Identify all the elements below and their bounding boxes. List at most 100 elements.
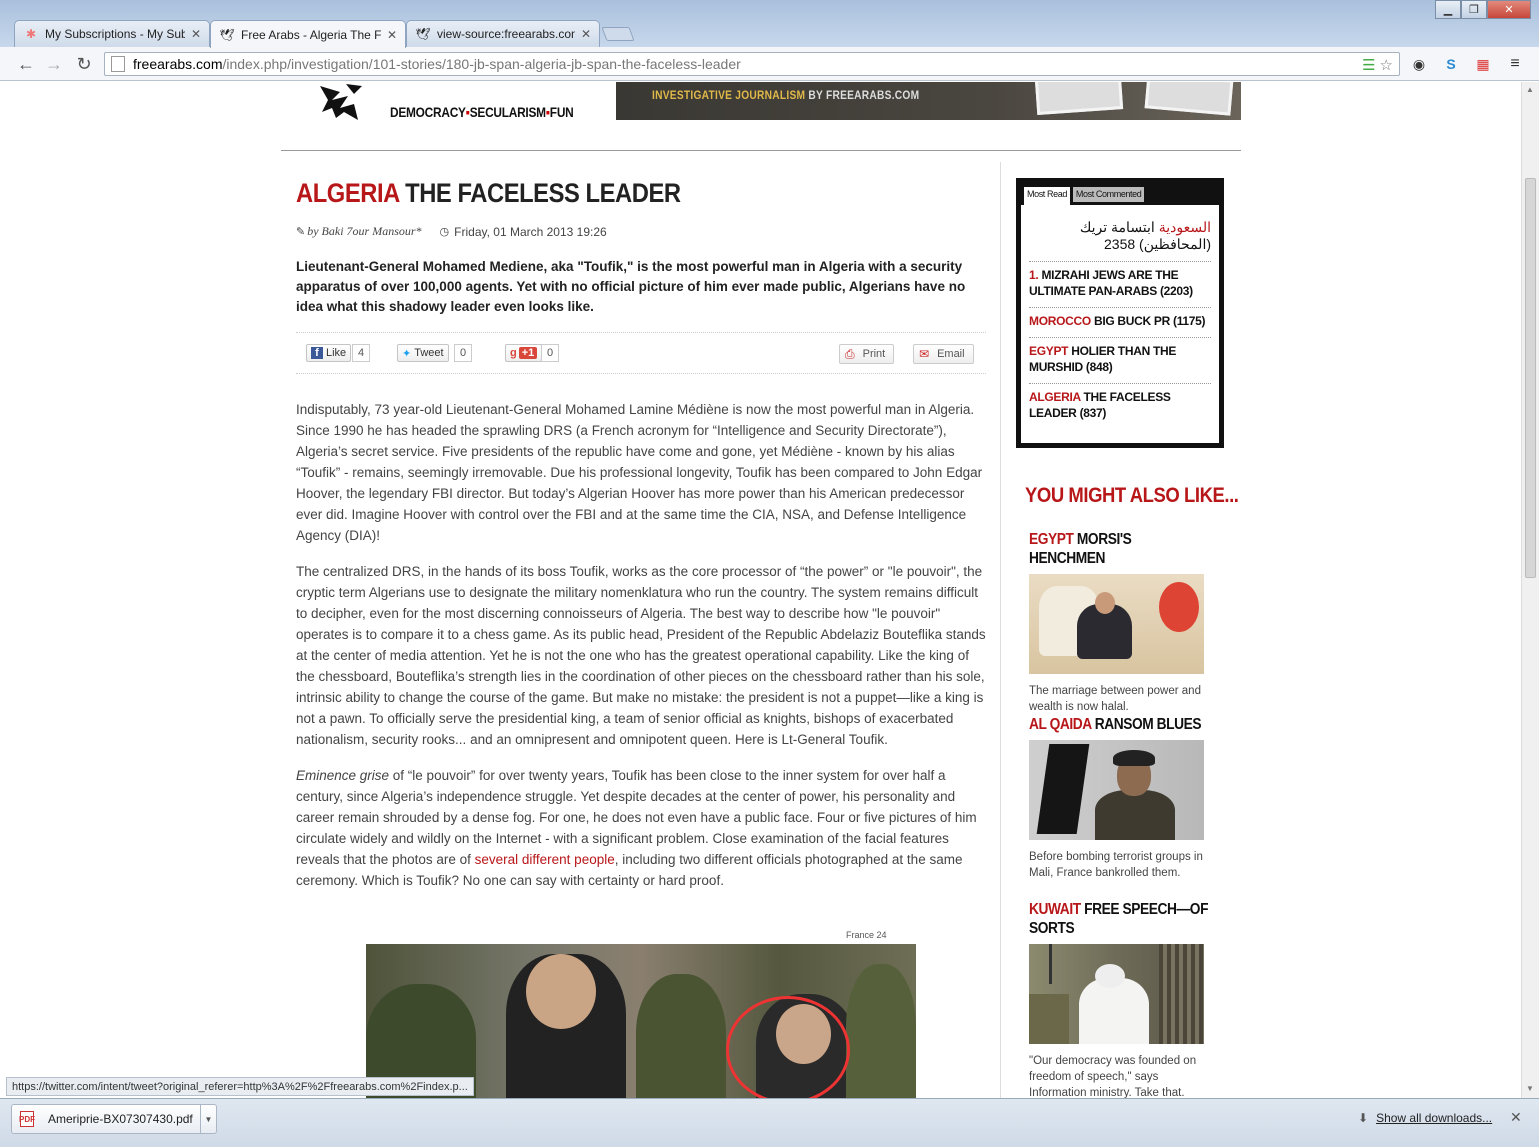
page-scrollbar[interactable]: ▲ ▼ <box>1521 82 1539 1098</box>
window-close-icon[interactable]: ✕ <box>1487 0 1531 19</box>
related-thumbnail[interactable] <box>1029 574 1204 674</box>
download-file-name: Ameripriе-BX07307430.pdf <box>48 1112 193 1126</box>
reload-icon[interactable]: ↻ <box>72 53 96 75</box>
header-banner: INVESTIGATIVE JOURNALISM BY FREEARABS.CO… <box>616 82 1241 120</box>
pdf-file-icon: PDF <box>19 1111 35 1127</box>
tab-view-source[interactable]: 🕊 view-source:freearabs.con ✕ <box>406 20 600 47</box>
publish-date: Friday, 01 March 2013 19:26 <box>454 224 607 239</box>
print-button[interactable]: ⎙ Print <box>839 344 895 364</box>
most-read-item[interactable]: MOROCCO BIG BUCK PR (1175) <box>1029 308 1211 338</box>
colorful-pinwheel-icon: ✱ <box>25 27 37 41</box>
close-icon[interactable]: ✕ <box>1510 1109 1522 1126</box>
envelope-icon: ✉ <box>919 347 930 361</box>
tab-title: My Subscriptions - My Sub <box>45 27 185 41</box>
related-title[interactable]: KUWAIT FREE SPEECH—OF SORTS <box>1029 900 1210 938</box>
site-tagline: DEMOCRACY▪SECULARISM▪FUN <box>390 104 574 120</box>
related-thumbnail[interactable] <box>1029 944 1204 1044</box>
scroll-down-icon[interactable]: ▼ <box>1526 1084 1534 1093</box>
plus-count: 0 <box>541 344 560 362</box>
scrollbar-thumb[interactable] <box>1525 178 1536 578</box>
facebook-like-button[interactable]: f Like <box>306 344 352 362</box>
banner-text: INVESTIGATIVE JOURNALISM BY FREEARABS.CO… <box>652 88 920 102</box>
related-caption: The marriage between power and wealth is… <box>1029 685 1201 713</box>
most-read-tabs: Most Read Most Commented <box>1021 183 1219 205</box>
bird-logo-icon <box>320 84 362 120</box>
most-read-item[interactable]: ALGERIA THE FACELESS LEADER (837) <box>1029 384 1211 429</box>
related-title[interactable]: EGYPT MORSI'S HENCHMEN <box>1029 530 1210 568</box>
forward-arrow-icon[interactable]: → <box>42 53 66 75</box>
url-host: freearabs.com <box>133 56 223 72</box>
article-photo <box>366 944 916 1098</box>
several-different-people-link[interactable]: several different people <box>475 852 615 867</box>
extension-eye-icon[interactable]: ◉ <box>1408 54 1430 74</box>
twitter-bird-icon: ✦ <box>402 347 412 360</box>
article-paragraph: Eminence grise of “le pouvoir” for over … <box>296 768 977 888</box>
show-all-downloads-link[interactable]: Show all downloads... <box>1376 1111 1492 1125</box>
most-read-item[interactable]: السعودية ابتسامة تريك (المحافظين) 2358 <box>1029 217 1211 262</box>
free-arabs-bird-icon: 🕊 <box>219 27 235 42</box>
article-paragraph: The centralized DRS, in the hands of its… <box>296 564 986 747</box>
browser-toolbar: ← → ↻ freearabs.com/index.php/investigat… <box>0 47 1539 81</box>
rss-icon[interactable]: ☰ <box>1362 56 1375 74</box>
related-title[interactable]: AL QAIDA RANSOM BLUES <box>1029 715 1210 734</box>
tab-title: view-source:freearabs.con <box>437 27 575 41</box>
most-read-box: Most Read Most Commented السعودية ابتسام… <box>1016 178 1224 448</box>
column-divider <box>1000 162 1001 1098</box>
highlight-circle <box>726 996 850 1098</box>
facebook-icon: f <box>311 347 323 359</box>
status-bar-url: https://twitter.com/intent/tweet?origina… <box>6 1077 474 1096</box>
document-icon: 🕊 <box>415 27 431 41</box>
printer-icon: ⎙ <box>845 346 855 361</box>
site-logo[interactable]: DEMOCRACY▪SECULARISM▪FUN <box>318 82 598 122</box>
related-article[interactable]: AL QAIDA RANSOM BLUES Before bombing ter… <box>1029 715 1209 881</box>
related-thumbnail[interactable] <box>1029 740 1204 840</box>
article-paragraph: Indisputably, 73 year-old Lieutenant-Gen… <box>296 402 983 543</box>
extension-s-icon[interactable]: S <box>1440 54 1462 74</box>
page-icon <box>111 56 125 72</box>
related-caption: Before bombing terrorist groups in Mali,… <box>1029 851 1203 879</box>
related-article[interactable]: KUWAIT FREE SPEECH—OF SORTS "Our democra… <box>1029 900 1209 1098</box>
header-divider <box>281 150 1241 151</box>
browser-tab-strip: ✱ My Subscriptions - My Sub ✕ 🕊 Free Ara… <box>0 0 1539 48</box>
article: ALGERIA THE FACELESS LEADER ✎ by Baki 7o… <box>296 178 986 906</box>
maximize-icon[interactable]: ❐ <box>1461 0 1487 19</box>
menu-icon[interactable]: ≡ <box>1504 54 1526 74</box>
tab-my-subscriptions[interactable]: ✱ My Subscriptions - My Sub ✕ <box>14 20 210 47</box>
tab-most-read[interactable]: Most Read <box>1024 187 1070 205</box>
most-read-item[interactable]: EGYPT HOLIER THAN THE MURSHID (848) <box>1029 338 1211 384</box>
tab-free-arabs[interactable]: 🕊 Free Arabs - Algeria The Fa ✕ <box>210 20 406 48</box>
back-arrow-icon[interactable]: ← <box>14 53 38 75</box>
close-icon[interactable]: ✕ <box>387 28 397 42</box>
most-read-item[interactable]: 1. MIZRAHI JEWS ARE THE ULTIMATE PAN-ARA… <box>1029 262 1211 308</box>
article-body: Indisputably, 73 year-old Lieutenant-Gen… <box>296 399 986 891</box>
email-button[interactable]: ✉ Email <box>913 344 974 364</box>
page-viewport: DEMOCRACY▪SECULARISM▪FUN INVESTIGATIVE J… <box>0 82 1521 1098</box>
address-bar[interactable]: freearabs.com/index.php/investigation/10… <box>104 52 1400 76</box>
bookmark-star-icon[interactable]: ☆ <box>1380 56 1393 74</box>
author-name: by Baki 7our Mansour* <box>307 224 422 238</box>
close-icon[interactable]: ✕ <box>191 27 201 41</box>
google-plus-button[interactable]: g +1 <box>505 344 543 362</box>
tweet-count: 0 <box>454 344 473 362</box>
scroll-up-icon[interactable]: ▲ <box>1526 85 1534 94</box>
download-item[interactable]: PDF Ameripriе-BX07307430.pdf ▼ <box>11 1104 217 1134</box>
tab-most-commented[interactable]: Most Commented <box>1072 187 1145 202</box>
photo-credit: France 24 <box>846 930 887 940</box>
like-count: 4 <box>352 344 371 362</box>
window-controls: ▁ ❐ ✕ <box>1435 0 1531 19</box>
banner-photo <box>1034 82 1124 115</box>
share-bar: f Like 4 ✦ Tweet 0 g +1 0 ⎙ Print ✉ Email <box>296 332 986 374</box>
extension-flag-icon[interactable]: ▦ <box>1472 54 1494 74</box>
tweet-button[interactable]: ✦ Tweet <box>397 344 449 362</box>
article-meta: ✎ by Baki 7our Mansour* ◷ Friday, 01 Mar… <box>296 224 986 239</box>
most-read-list: السعودية ابتسامة تريك (المحافظين) 2358 1… <box>1029 217 1211 429</box>
clock-icon: ◷ <box>439 226 450 238</box>
article-lede: Lieutenant-General Mohamed Mediene, aka … <box>296 259 966 314</box>
url-path: /index.php/investigation/101-stories/180… <box>222 56 741 72</box>
new-tab-button[interactable] <box>601 27 635 41</box>
minimize-icon[interactable]: ▁ <box>1435 0 1461 19</box>
chevron-down-icon[interactable]: ▼ <box>200 1105 216 1133</box>
related-article[interactable]: EGYPT MORSI'S HENCHMEN The marriage betw… <box>1029 530 1209 715</box>
banner-photo <box>1144 82 1234 116</box>
close-icon[interactable]: ✕ <box>581 27 591 41</box>
